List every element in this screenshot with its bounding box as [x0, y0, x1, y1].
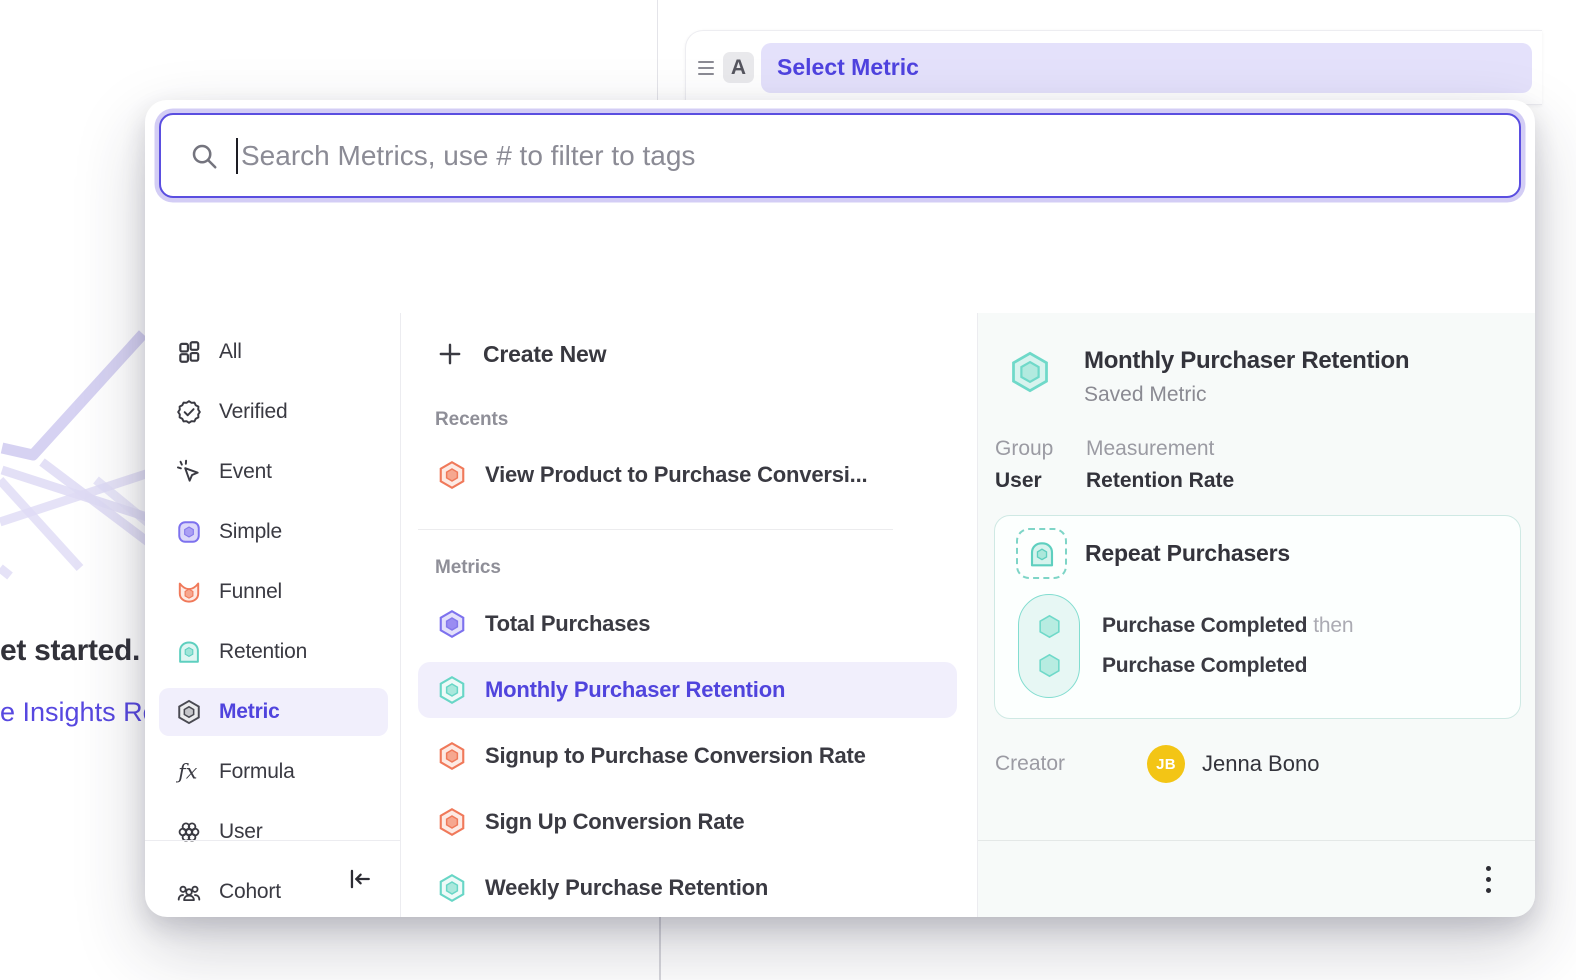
metric-item-label: Monthly Purchaser Retention	[485, 677, 785, 703]
metric-item-label: Total Purchases	[485, 611, 650, 637]
metric-list-item[interactable]: Weekly Purchase Retention	[418, 860, 957, 916]
getting-started-text-fragment: et started.	[0, 634, 140, 668]
metrics-section-label: Metrics	[401, 557, 977, 579]
create-new-label: Create New	[483, 341, 606, 368]
creator-label: Creator	[995, 752, 1147, 776]
step-two-event: Purchase Completed	[1102, 654, 1307, 677]
list-divider	[418, 529, 893, 530]
metric-list-item[interactable]: Sign Up Conversion Rate	[418, 794, 957, 850]
background-panel-divider	[657, 0, 658, 104]
metric-item-icon	[437, 675, 467, 705]
metric-item-label: Weekly Purchase Retention	[485, 875, 768, 901]
svg-text:ƒx: ƒx	[176, 760, 198, 784]
metric-definition-card: Repeat Purchasers Purchase Completed then	[994, 515, 1521, 719]
metric-item-label: Signup to Purchase Conversion Rate	[485, 743, 866, 769]
measurement-value: Retention Rate	[1086, 469, 1234, 493]
select-metric-button[interactable]: Select Metric	[761, 43, 1532, 93]
detail-subtitle: Saved Metric	[1084, 383, 1409, 407]
cursor-sparkle-icon	[176, 459, 202, 485]
verified-badge-icon	[176, 399, 202, 425]
sidebar-item-label: Metric	[219, 700, 280, 724]
detail-title: Monthly Purchaser Retention	[1084, 347, 1409, 375]
metric-query-row: A Select Metric	[685, 30, 1542, 105]
sidebar-item-funnel[interactable]: Funnel	[159, 568, 388, 616]
sidebar-item-label: Event	[219, 460, 272, 484]
funnel-icon	[176, 579, 202, 605]
background-chart-illustration	[0, 330, 155, 670]
sidebar-item-label: All	[219, 340, 242, 364]
sidebar-item-metric[interactable]: Metric	[159, 688, 388, 736]
metric-item-icon	[437, 807, 467, 837]
creator-avatar: JB	[1147, 745, 1185, 783]
metric-hexagon-icon	[176, 699, 202, 725]
metric-item-icon	[437, 741, 467, 771]
collapse-left-icon[interactable]	[346, 866, 372, 892]
text-caret	[236, 138, 238, 174]
simple-metric-icon	[176, 519, 202, 545]
sidebar-item-label: Formula	[219, 760, 295, 784]
saved-metric-icon	[1008, 349, 1052, 395]
sidebar-item-event[interactable]: Event	[159, 448, 388, 496]
recent-item-label: View Product to Purchase Conversi...	[485, 462, 867, 488]
more-options-kebab-icon[interactable]	[1480, 860, 1497, 899]
retention-definition-icon	[1016, 528, 1067, 579]
retention-icon	[176, 639, 202, 665]
group-label: Group	[995, 437, 1086, 461]
metric-item-icon	[437, 873, 467, 903]
sidebar-item-simple[interactable]: Simple	[159, 508, 388, 556]
detail-footer	[978, 840, 1535, 917]
metric-list-item[interactable]: Total Purchases	[418, 596, 957, 652]
metric-list-item[interactable]: Signup to Purchase Conversion Rate	[418, 728, 957, 784]
create-new-button[interactable]: Create New	[401, 329, 977, 379]
creator-initials: JB	[1156, 756, 1176, 773]
then-connector: then	[1313, 614, 1353, 637]
recents-section-label: Recents	[401, 409, 977, 431]
grid-icon	[176, 339, 202, 365]
filter-sidebar: All Verified Event	[145, 313, 401, 917]
sidebar-item-all[interactable]: All	[159, 328, 388, 376]
series-a-badge: A	[723, 52, 754, 83]
sidebar-item-label: Retention	[219, 640, 307, 664]
metric-list-item-selected[interactable]: Monthly Purchaser Retention	[418, 662, 957, 718]
event-sequence-capsule	[1018, 594, 1080, 698]
sidebar-item-formula[interactable]: ƒx Formula	[159, 748, 388, 796]
metric-item-label: Sign Up Conversion Rate	[485, 809, 744, 835]
plus-icon	[437, 341, 463, 367]
sidebar-item-retention[interactable]: Retention	[159, 628, 388, 676]
sidebar-footer	[145, 840, 400, 917]
event-hexagon-icon	[1036, 652, 1063, 679]
creator-name: Jenna Bono	[1202, 751, 1319, 777]
sidebar-item-label: Funnel	[219, 580, 282, 604]
drag-handle-icon[interactable]	[698, 61, 714, 75]
sidebar-item-verified[interactable]: Verified	[159, 388, 388, 436]
step-one-event: Purchase Completed	[1102, 614, 1307, 637]
search-box	[159, 113, 1521, 198]
metric-detail-panel: Monthly Purchaser Retention Saved Metric…	[978, 313, 1535, 917]
measurement-label: Measurement	[1086, 437, 1234, 461]
funnel-metric-icon	[437, 460, 467, 490]
event-hexagon-icon	[1036, 613, 1063, 640]
sidebar-item-label: Verified	[219, 400, 287, 424]
search-icon	[189, 141, 219, 171]
search-input[interactable]	[241, 140, 1491, 172]
metric-item-icon	[437, 609, 467, 639]
sidebar-item-label: Simple	[219, 520, 282, 544]
insights-report-link-fragment[interactable]: e Insights Re	[0, 697, 158, 728]
definition-title: Repeat Purchasers	[1085, 540, 1290, 567]
background-panel-divider-bottom	[659, 917, 661, 980]
select-metric-label: Select Metric	[777, 54, 919, 81]
formula-icon: ƒx	[176, 759, 202, 785]
metric-list-panel: Create New Recents View Product to Purch…	[401, 313, 978, 917]
recent-item[interactable]: View Product to Purchase Conversi...	[418, 447, 957, 503]
group-value: User	[995, 469, 1086, 493]
metric-selector-modal: All Verified Event	[145, 100, 1535, 917]
